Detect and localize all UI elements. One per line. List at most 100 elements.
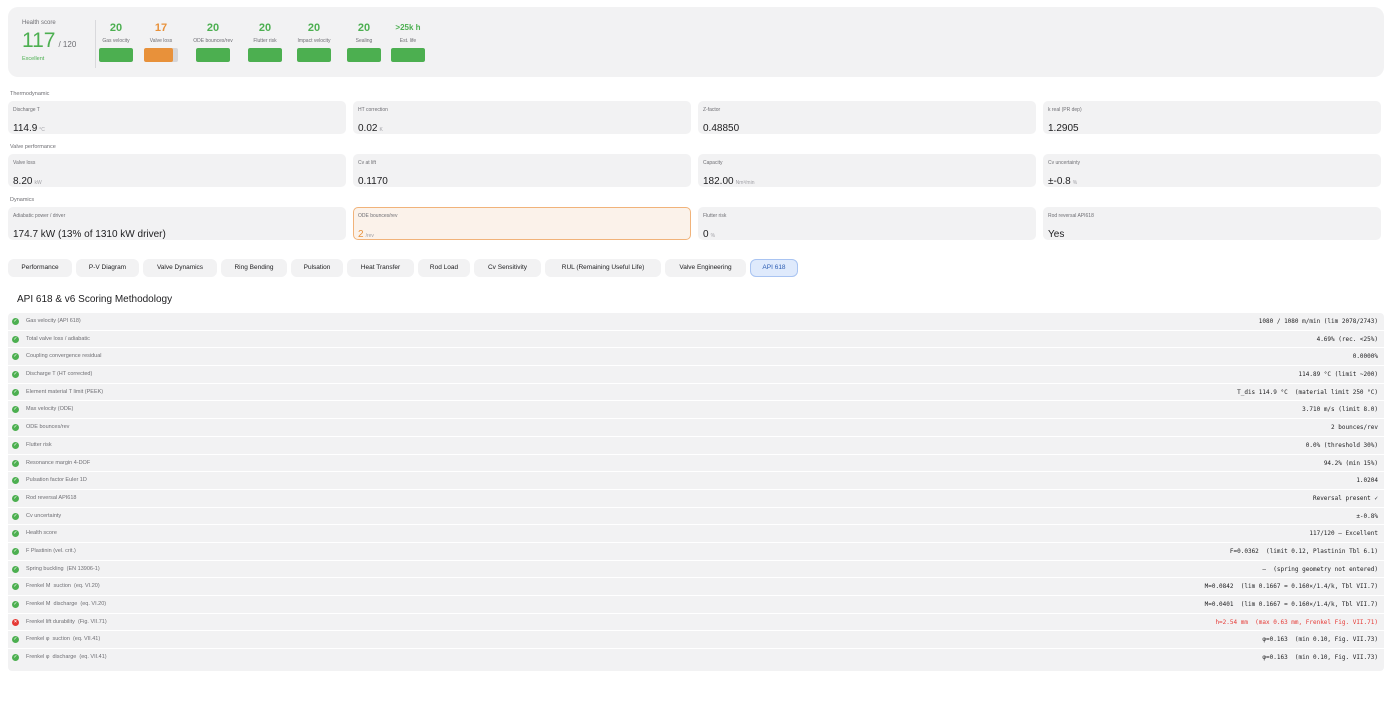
row-value: h=2.54 mm (max 0.63 mm, Frenkel Fig. VII… <box>1215 618 1378 626</box>
kpi-unit: /rev <box>365 233 374 239</box>
kpi-label: Flutter risk <box>703 213 727 219</box>
kpi-k-real: k real (PR dep) 1.2905 <box>1043 101 1381 134</box>
row-value: 0.0000% <box>1352 353 1378 361</box>
row-value: 94.2% (min 15%) <box>1323 459 1378 467</box>
pass-check-icon: ✓ <box>12 335 19 343</box>
kpi-z-factor: Z-factor 0.48850 <box>698 101 1036 134</box>
table-row: ✓ Rod reversal API618 Reversal present ✓ <box>8 490 1384 508</box>
row-label: Frenkel lift durability (Fig. VII.71) <box>26 618 107 625</box>
kpi-flutter-risk: Flutter risk 0% <box>698 207 1036 240</box>
kpi-unit: K <box>379 127 383 133</box>
fail-x-icon: × <box>12 618 19 626</box>
row-label: Pulsation factor Euler 1D <box>26 477 87 484</box>
kpi-ode-bounces: ODE bounces/rev 2/rev <box>353 207 691 240</box>
table-row: ✓ Spring buckling (EN 13906-1) — (spring g… <box>8 561 1384 579</box>
health-score-label: Health score <box>22 20 56 26</box>
kpi-label: HT correction <box>358 107 388 113</box>
tab-rod-load[interactable]: Rod Load <box>418 259 470 277</box>
pass-check-icon: ✓ <box>12 583 19 591</box>
metric-gas-velocity: 20 Gas velocity <box>94 22 138 62</box>
metric-bar-fill <box>144 48 173 62</box>
row-label: Element material T limit (PEEK) <box>26 388 104 395</box>
pass-check-icon: ✓ <box>12 547 19 555</box>
table-row: ✓ Frenkel M discharge (eq. VI.20) M=0.0401… <box>8 596 1384 614</box>
kpi-value: 8.20 <box>13 176 33 187</box>
tab-pulsation[interactable]: Pulsation <box>291 259 343 277</box>
metric-valve-loss: 17 Valve loss <box>139 22 183 62</box>
table-row: ✓ Frenkel φ discharge (eq. VII.41) φ=0.163… <box>8 649 1384 667</box>
row-label: Max velocity (ODE) <box>26 406 74 413</box>
pass-check-icon: ✓ <box>12 353 19 361</box>
tab-valve-dynamics[interactable]: Valve Dynamics <box>143 259 217 277</box>
tab-ring-bending[interactable]: Ring Bending <box>221 259 287 277</box>
table-row: ✓ Discharge T (HT corrected) 114.89 °C (li… <box>8 366 1384 384</box>
row-label: Frenkel φ suction (eq. VII.41) <box>26 636 101 643</box>
kpi-label: ODE bounces/rev <box>358 213 398 219</box>
kpi-unit: kW <box>34 180 42 186</box>
kpi-label: k real (PR dep) <box>1048 107 1082 113</box>
kpi-value: 0 <box>703 229 709 240</box>
tab-rul[interactable]: RUL (Remaining Useful Life) <box>545 259 661 277</box>
pass-check-icon: ✓ <box>12 371 19 379</box>
metric-flutter-risk: 20 Flutter risk <box>243 22 287 62</box>
metric-ode-bounces: 20 ODE bounces/rev <box>191 22 235 62</box>
kpi-label: Cv at lift <box>358 160 377 166</box>
tab-bar: Performance P-V Diagram Valve Dynamics R… <box>8 259 1384 277</box>
row-label: Spring buckling (EN 13906-1) <box>26 565 100 572</box>
metric-value: 17 <box>154 22 168 34</box>
row-value: T_dis 114.9 °C (material limit 250 °C) <box>1237 388 1378 396</box>
metric-bar <box>99 48 133 62</box>
health-score-value: 117 <box>22 29 56 52</box>
section-label-valve-performance: Valve performance <box>10 144 56 150</box>
row-value: — (spring geometry not entered) <box>1262 565 1378 573</box>
tab-api-618[interactable]: API 618 <box>750 259 798 277</box>
row-value: 1.0204 <box>1356 477 1378 485</box>
row-value: 1080 / 1080 m/min (lim 2078/2743) <box>1258 318 1378 325</box>
kpi-ht-correction: HT correction 0.02 K <box>353 101 691 134</box>
metric-value: 20 <box>258 22 272 34</box>
row-value: M=0.0401 (lim 0.1667 = 0.160×/1.4/k, Tbl… <box>1204 601 1378 608</box>
table-row: ✓ Cv uncertainty ±-0.8% <box>8 508 1384 526</box>
metric-bar-fill <box>99 48 133 62</box>
metric-bar <box>297 48 331 62</box>
metric-bar-fill <box>196 48 230 62</box>
tab-heat-transfer[interactable]: Heat Transfer <box>347 259 414 277</box>
kpi-cv-at-lift: Cv at lift 0.1170 <box>353 154 691 187</box>
tab-performance[interactable]: Performance <box>8 259 72 277</box>
metric-label: Flutter risk <box>253 38 277 44</box>
metric-bar <box>248 48 282 62</box>
metric-bar-fill <box>391 48 425 62</box>
kpi-value: 2 <box>358 229 364 240</box>
kpi-adiabatic-power: Adiabatic power / driver 174.7 kW (13% o… <box>8 207 346 240</box>
table-row: ✓ Coupling convergence residual 0.0000% <box>8 348 1384 367</box>
tab-pv-diagram[interactable]: P-V Diagram <box>76 259 139 277</box>
pass-check-icon: ✓ <box>12 406 19 414</box>
row-label: Frenkel φ discharge (eq. VII.41) <box>26 654 107 661</box>
table-row: ✓ Frenkel φ suction (eq. VII.41) φ=0.163 (… <box>8 631 1384 650</box>
tab-cv-sensitivity[interactable]: Cv Sensitivity <box>474 259 541 277</box>
tab-valve-engineering[interactable]: Valve Engineering <box>665 259 746 277</box>
metric-bar <box>391 48 425 62</box>
table-row: ✓ ODE bounces/rev 2 bounces/rev <box>8 419 1384 437</box>
metric-value: 20 <box>109 22 123 34</box>
pass-check-icon: ✓ <box>12 601 19 608</box>
kpi-label: Cv uncertainty <box>1048 160 1080 166</box>
pass-check-icon: ✓ <box>12 654 19 662</box>
kpi-value: 174.7 kW (13% of 1310 kW driver) <box>13 229 166 240</box>
metric-impact-velocity: 20 Impact velocity <box>292 22 336 62</box>
kpi-unit: % <box>1072 180 1078 186</box>
kpi-unit: °C <box>39 127 45 133</box>
table-title: API 618 & v6 Scoring Methodology <box>17 294 173 305</box>
pass-check-icon: ✓ <box>12 441 19 449</box>
row-value: 114.89 °C (limit ~200) <box>1298 371 1378 379</box>
row-label: Frenkel M suction (eq. VI.20) <box>26 583 100 590</box>
pass-check-icon: ✓ <box>12 565 19 573</box>
pass-check-icon: ✓ <box>12 477 19 485</box>
metric-bar <box>196 48 230 62</box>
metric-bar <box>347 48 381 62</box>
row-value: 4.69% (rec. <25%) <box>1316 335 1378 343</box>
kpi-label: Z-factor <box>703 107 721 113</box>
kpi-value: 1.2905 <box>1048 123 1079 134</box>
kpi-valve-loss: Valve loss 8.20 kW <box>8 154 346 187</box>
pass-check-icon: ✓ <box>12 494 19 502</box>
